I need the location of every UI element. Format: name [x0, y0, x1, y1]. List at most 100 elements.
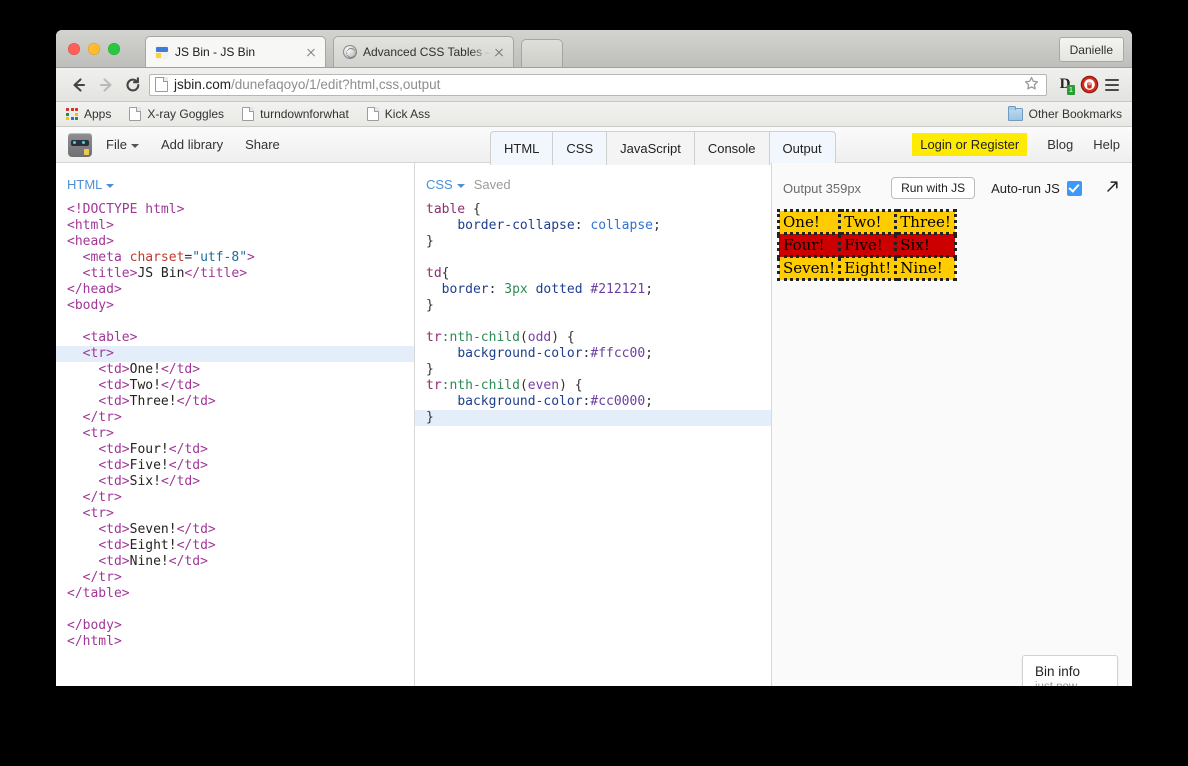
help-link[interactable]: Help: [1093, 137, 1120, 152]
browser-tab-title: Advanced CSS Tables – Us: [363, 45, 491, 59]
code-token: }: [426, 410, 434, 425]
table-cell: Three!: [894, 209, 957, 235]
css-pane-header: CSS Saved: [415, 163, 771, 198]
code-line: <tr>: [56, 346, 414, 362]
adblock-extension-icon[interactable]: [1077, 74, 1101, 96]
extension-badge-count: 1: [1066, 84, 1075, 95]
login-or-register-button[interactable]: Login or Register: [912, 133, 1028, 156]
code-token: <table>: [82, 330, 138, 345]
code-token: </tr>: [82, 410, 122, 425]
page-icon: [155, 77, 168, 92]
table-cell: Nine!: [894, 255, 957, 281]
code-token: JS Bin: [137, 266, 185, 281]
html-code-editor[interactable]: <!DOCTYPE html> <html> <head> <meta charse…: [56, 198, 414, 650]
tab-console[interactable]: Console: [693, 131, 770, 165]
rendered-demo-table: One! Two! Three! Four! Five! Six! Seven! Eight!…: [776, 209, 957, 281]
code-token: <meta: [82, 250, 130, 265]
menu-item-add-library[interactable]: Add library: [161, 137, 223, 152]
menu-item-label: File: [106, 137, 127, 152]
menu-item-share[interactable]: Share: [245, 137, 280, 152]
html-pane-label[interactable]: HTML: [67, 176, 115, 192]
minimize-window-button[interactable]: [88, 43, 100, 55]
disconnect-extension-icon[interactable]: D 1: [1053, 74, 1077, 96]
bookmark-kick-ass[interactable]: Kick Ass: [366, 107, 431, 121]
code-token: ;: [645, 282, 654, 297]
table-cell: Two!: [838, 209, 898, 235]
close-tab-icon[interactable]: [491, 44, 507, 60]
code-token: tr: [426, 378, 442, 393]
code-line: <td>Seven!</td>: [56, 522, 414, 538]
code-token: }: [426, 298, 434, 313]
code-token: }: [426, 234, 434, 249]
browser-tab-jsbin[interactable]: JS Bin - JS Bin: [145, 36, 326, 67]
hamburger-menu-icon[interactable]: [1101, 75, 1123, 95]
code-token: </body>: [67, 618, 122, 633]
bookmark-apps[interactable]: Apps: [66, 107, 111, 121]
code-line: <td>Six!</td>: [56, 474, 414, 490]
new-tab-button[interactable]: [521, 39, 563, 67]
code-token: even: [527, 378, 560, 393]
bookmark-turndownforwhat[interactable]: turndownforwhat: [242, 107, 349, 121]
document-icon: [242, 107, 255, 121]
code-line: <html>: [56, 218, 414, 234]
code-token: Eight!: [129, 538, 177, 553]
code-line: tr:nth-child(odd) {: [415, 330, 771, 346]
code-token: }: [426, 362, 434, 377]
browser-tab-advanced-css-tables[interactable]: Advanced CSS Tables – Us: [333, 36, 514, 67]
code-token: <td>: [98, 554, 130, 569]
folder-icon: [1007, 105, 1023, 121]
bookmark-label: X-ray Goggles: [147, 107, 225, 121]
tab-javascript[interactable]: JavaScript: [606, 131, 695, 165]
other-bookmarks-folder[interactable]: Other Bookmarks: [1007, 105, 1122, 121]
menu-item-file[interactable]: File: [106, 137, 139, 152]
jsbin-robot-logo-icon[interactable]: [68, 132, 92, 157]
code-token: <title>: [82, 266, 138, 281]
expand-arrow-icon[interactable]: [1105, 179, 1120, 198]
code-line: <head>: [56, 234, 414, 250]
bookmark-label: turndownforwhat: [260, 107, 349, 121]
css-pane-label[interactable]: CSS: [426, 177, 465, 192]
bookmark-label: Kick Ass: [384, 107, 431, 121]
code-token: dotted: [535, 282, 583, 297]
tab-html[interactable]: HTML: [490, 131, 554, 165]
forward-arrow-icon[interactable]: [92, 73, 119, 97]
blog-link[interactable]: Blog: [1047, 137, 1073, 152]
code-token: Five!: [129, 458, 169, 473]
tab-output[interactable]: Output: [768, 131, 836, 165]
back-arrow-icon[interactable]: [65, 73, 92, 97]
code-token: </title>: [184, 266, 248, 281]
code-token: Seven!: [129, 522, 177, 537]
css-code-editor[interactable]: table { border-collapse: collapse;} td{ …: [415, 198, 771, 426]
tab-css[interactable]: CSS: [552, 131, 608, 165]
other-bookmarks-label: Other Bookmarks: [1028, 107, 1122, 121]
close-tab-icon[interactable]: [303, 44, 319, 60]
bin-info-title: Bin info: [1035, 664, 1081, 679]
code-token: <td>: [98, 458, 130, 473]
reload-icon[interactable]: [119, 73, 146, 97]
run-with-js-button[interactable]: Run with JS: [891, 177, 976, 199]
bookmark-xray-goggles[interactable]: X-ray Goggles: [129, 107, 224, 121]
auto-run-js-checkbox[interactable]: [1066, 180, 1082, 196]
chevron-down-icon: [106, 183, 115, 188]
close-window-button[interactable]: [68, 43, 80, 55]
code-line: <td>Eight!</td>: [56, 538, 414, 554]
pane-label-text: HTML: [67, 176, 103, 192]
code-line: </table>: [56, 586, 414, 602]
browser-tab-title: JS Bin - JS Bin: [175, 45, 256, 59]
code-token: <html>: [67, 218, 114, 233]
code-token: :: [574, 218, 591, 233]
url-bar[interactable]: jsbin.com/dunefaqoyo/1/edit?html,css,out…: [149, 73, 1047, 96]
bin-info-panel[interactable]: Bin info just now: [1022, 655, 1118, 686]
bookmarks-bar: Apps X-ray Goggles turndownforwhat Kick …: [56, 102, 1132, 127]
star-icon[interactable]: [1024, 76, 1041, 93]
auto-run-js-label: Auto-run JS: [991, 180, 1060, 196]
code-line: background-color:#ffcc00;: [415, 346, 771, 362]
code-token: {: [465, 202, 481, 217]
profile-button[interactable]: Danielle: [1058, 37, 1124, 62]
maximize-window-button[interactable]: [108, 43, 120, 55]
